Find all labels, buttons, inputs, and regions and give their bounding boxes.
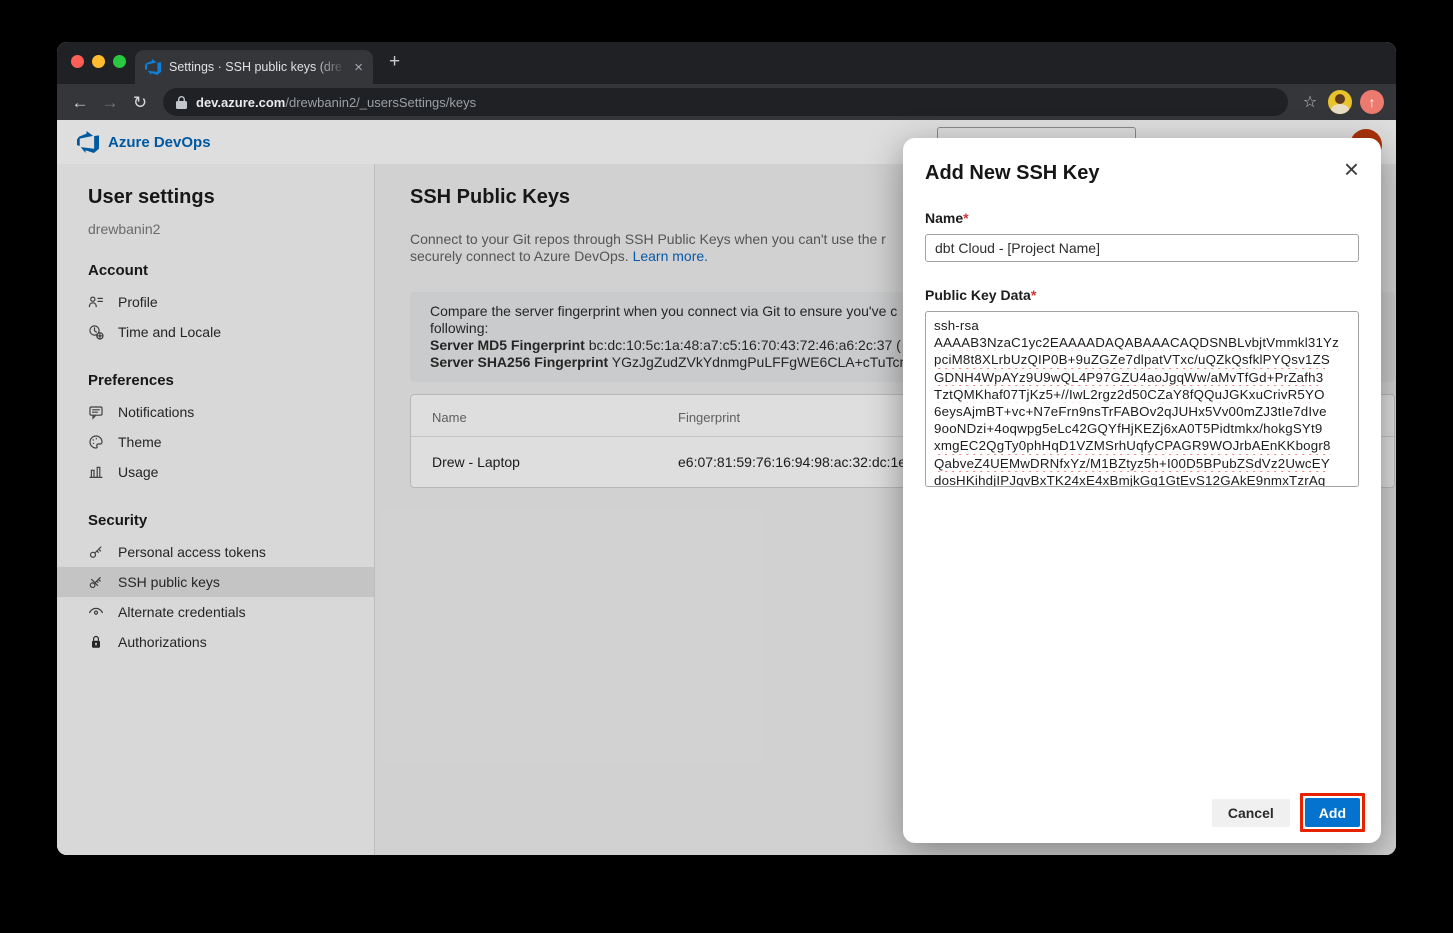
browser-tab-strip: Settings · SSH public keys (dre × + — [57, 42, 1396, 84]
name-input[interactable] — [925, 234, 1359, 262]
maximize-window-button[interactable] — [113, 55, 126, 68]
azure-devops-favicon — [145, 59, 161, 75]
browser-tab[interactable]: Settings · SSH public keys (dre × — [135, 50, 373, 84]
required-asterisk: * — [963, 210, 968, 226]
reload-icon[interactable]: ↻ — [125, 94, 155, 111]
bookmark-star-icon[interactable]: ☆ — [1296, 92, 1324, 112]
add-button[interactable]: Add — [1305, 798, 1360, 827]
add-ssh-key-modal: Add New SSH Key × Name* Public Key Data*… — [903, 138, 1381, 843]
browser-profile-avatar[interactable] — [1328, 90, 1352, 114]
url-text: dev.azure.com/drewbanin2/_usersSettings/… — [196, 95, 476, 110]
url-host: dev.azure.com — [196, 95, 285, 110]
name-field-label: Name* — [925, 210, 1359, 226]
forward-icon[interactable]: → — [95, 94, 125, 111]
cancel-button[interactable]: Cancel — [1212, 799, 1290, 827]
lock-icon — [176, 96, 187, 109]
modal-footer: Cancel Add — [1212, 793, 1365, 832]
required-asterisk: * — [1031, 287, 1036, 303]
address-bar[interactable]: dev.azure.com/drewbanin2/_usersSettings/… — [163, 88, 1288, 116]
public-key-textarea[interactable]: ssh-rsa AAAAB3NzaC1yc2EAAAADAQABAAACAQDS… — [925, 311, 1359, 487]
url-path: /drewbanin2/_usersSettings/keys — [285, 95, 476, 110]
browser-window: Settings · SSH public keys (dre × + ← → … — [57, 42, 1396, 855]
public-key-field-label: Public Key Data* — [925, 287, 1359, 303]
new-tab-button[interactable]: + — [389, 51, 400, 73]
browser-update-button[interactable]: ↑ — [1360, 90, 1384, 114]
tab-title: Settings · SSH public keys (dre — [169, 60, 346, 74]
add-button-highlight-annotation: Add — [1300, 793, 1365, 832]
modal-title: Add New SSH Key — [925, 162, 1359, 185]
close-window-button[interactable] — [71, 55, 84, 68]
minimize-window-button[interactable] — [92, 55, 105, 68]
tab-close-icon[interactable]: × — [354, 60, 363, 75]
browser-toolbar: ← → ↻ dev.azure.com/drewbanin2/_usersSet… — [57, 84, 1396, 120]
modal-close-icon[interactable]: × — [1344, 156, 1359, 182]
macos-traffic-lights — [71, 55, 126, 68]
back-icon[interactable]: ← — [65, 94, 95, 111]
